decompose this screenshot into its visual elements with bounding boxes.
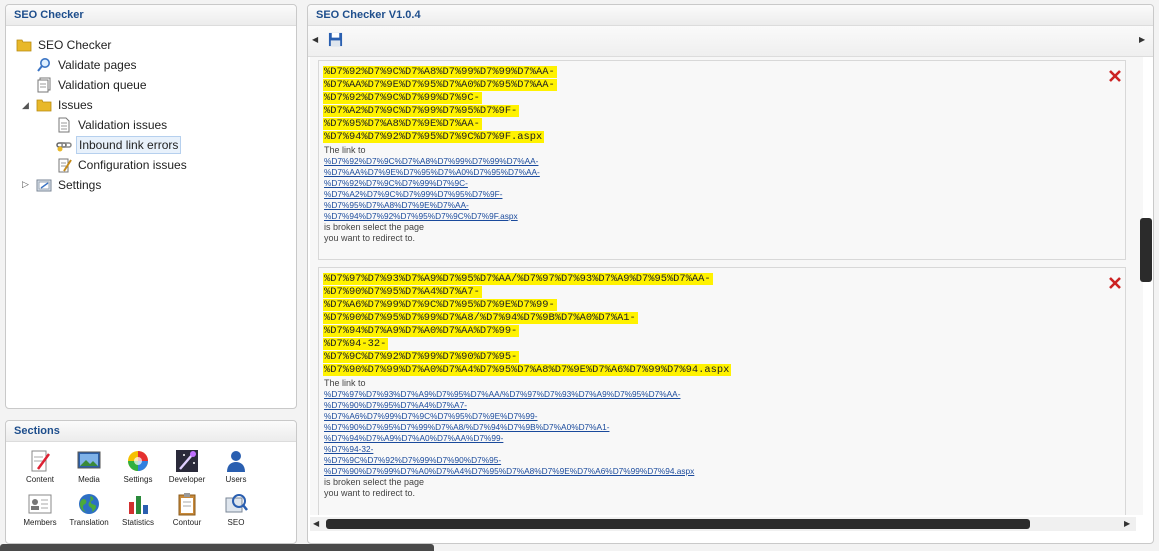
broken-url-block: %D7%92%D7%9C%D7%A8%D7%99%D7%99%D7%AA- %D…	[323, 66, 557, 144]
section-label: Content	[25, 475, 55, 484]
redirect-text: you want to redirect to.	[324, 233, 416, 243]
scroll-right-arrow-icon[interactable]: ▶	[1124, 519, 1130, 528]
tree-panel-title: SEO Checker	[6, 5, 296, 26]
expand-arrow-icon[interactable]: ▷	[22, 180, 30, 189]
section-developer[interactable]: Developer	[163, 449, 211, 484]
link-error-icon	[56, 142, 72, 152]
search-icon	[37, 58, 50, 72]
scroll-right-icon[interactable]: ▶	[1139, 35, 1145, 44]
tree-node-label: Issues	[58, 98, 93, 112]
broken-url-line: %D7%90%D7%95%D7%99%D7%A8/%D7%94%D7%9B%D7…	[323, 312, 638, 324]
section-seo[interactable]: SEO	[212, 492, 260, 527]
main-panel: SEO Checker V1.0.4 ◀ ▶ %D7%92%D7%9C%D7%A…	[307, 4, 1154, 544]
section-content[interactable]: Content	[16, 449, 64, 484]
save-icon[interactable]	[328, 32, 343, 47]
issue-entry: %D7%92%D7%9C%D7%A8%D7%99%D7%99%D7%AA- %D…	[318, 60, 1126, 260]
section-label: Statistics	[121, 518, 154, 527]
broken-url-line: %D7%A6%D7%99%D7%9C%D7%95%D7%9E%D7%99-	[323, 299, 557, 311]
broken-url-block: %D7%97%D7%93%D7%A9%D7%95%D7%AA/%D7%97%D7…	[323, 273, 732, 377]
section-statistics[interactable]: Statistics	[114, 492, 162, 527]
close-icon[interactable]	[1107, 68, 1123, 84]
clipboard-icon	[178, 493, 196, 516]
section-settings[interactable]: Settings	[114, 449, 162, 484]
vertical-scrollbar-thumb[interactable]	[1140, 218, 1152, 282]
link-label: The link to	[324, 145, 366, 155]
broken-url-line: %D7%94%D7%92%D7%95%D7%9C%D7%9F.aspx	[323, 131, 545, 143]
broken-link[interactable]: %D7%97%D7%93%D7%A9%D7%95%D7%AA/%D7%97%D7…	[324, 389, 694, 477]
broken-url-line: %D7%AA%D7%9E%D7%95%D7%A0%D7%95%D7%AA-	[323, 79, 557, 91]
section-label: Users	[225, 475, 247, 484]
section-contour[interactable]: Contour	[163, 492, 211, 527]
issues-list: %D7%92%D7%9C%D7%A8%D7%99%D7%99%D7%AA- %D…	[310, 57, 1143, 515]
section-label: Settings	[123, 475, 153, 484]
document-icon	[58, 117, 70, 133]
link-info: The link to %D7%92%D7%9C%D7%A8%D7%99%D7%…	[324, 145, 540, 244]
horizontal-scrollbar-thumb[interactable]	[326, 519, 1030, 529]
globe-icon	[79, 494, 99, 514]
section-users[interactable]: Users	[212, 449, 260, 484]
color-wheel-icon	[128, 451, 148, 471]
link-info: The link to %D7%97%D7%93%D7%A9%D7%95%D7%…	[324, 378, 694, 499]
tree-node-label: Validation queue	[58, 78, 147, 92]
tree-node-label: SEO Checker	[38, 38, 112, 52]
scroll-left-arrow-icon[interactable]: ◀	[313, 519, 319, 528]
section-translation[interactable]: Translation	[65, 492, 113, 527]
sections-panel: Sections Content Media Settings Develope…	[5, 420, 297, 544]
broken-url-line: %D7%92%D7%9C%D7%A8%D7%99%D7%99%D7%AA-	[323, 66, 557, 78]
main-panel-title: SEO Checker V1.0.4	[308, 5, 1153, 26]
close-icon[interactable]	[1107, 275, 1123, 291]
folder-icon	[16, 39, 32, 52]
broken-url-line: %D7%94-32-	[323, 338, 389, 350]
tree-node-label: Inbound link errors	[76, 136, 182, 154]
broken-url-line: %D7%90%D7%99%D7%A0%D7%A4%D7%95%D7%A8%D7%…	[323, 364, 732, 376]
sections-panel-title: Sections	[6, 421, 296, 442]
members-icon	[28, 494, 52, 514]
bar-chart-icon	[129, 496, 148, 514]
broken-url-line: %D7%A2%D7%9C%D7%99%D7%95%D7%9F-	[323, 105, 520, 117]
magic-wand-icon	[176, 450, 198, 472]
section-label: Translation	[69, 518, 109, 527]
tree-node-label: Settings	[58, 178, 102, 192]
broken-text: is broken select the page	[324, 222, 425, 232]
folder-icon	[36, 99, 52, 112]
broken-url-line: %D7%9C%D7%92%D7%99%D7%90%D7%95-	[323, 351, 520, 363]
broken-url-line: %D7%94%D7%A9%D7%A0%D7%AA%D7%99-	[323, 325, 520, 337]
broken-url-line: %D7%97%D7%93%D7%A9%D7%95%D7%AA/%D7%97%D7…	[323, 273, 713, 285]
section-members[interactable]: Members	[16, 492, 64, 527]
settings-icon	[36, 179, 52, 192]
scroll-left-icon[interactable]: ◀	[312, 35, 318, 44]
redirect-text: you want to redirect to.	[324, 488, 416, 498]
tree-node-label: Validate pages	[58, 58, 137, 72]
broken-url-line: %D7%92%D7%9C%D7%99%D7%9C-	[323, 92, 482, 104]
user-icon	[227, 451, 245, 472]
status-bar	[0, 544, 434, 551]
section-media[interactable]: Media	[65, 449, 113, 484]
broken-text: is broken select the page	[324, 477, 425, 487]
collapse-arrow-icon[interactable]: ◢	[22, 101, 30, 110]
tree-panel: SEO Checker SEO Checker Validate pages V…	[5, 4, 297, 409]
broken-url-line: %D7%95%D7%A8%D7%9E%D7%AA-	[323, 118, 482, 130]
section-label: Contour	[172, 518, 202, 527]
tree-node-label: Configuration issues	[78, 158, 187, 172]
broken-link[interactable]: %D7%92%D7%9C%D7%A8%D7%99%D7%99%D7%AA- %D…	[324, 156, 540, 222]
content-icon	[31, 450, 51, 472]
toolbar: ◀ ▶	[308, 26, 1153, 57]
queue-icon	[37, 77, 51, 93]
horizontal-scrollbar[interactable]: ◀ ▶	[310, 517, 1136, 531]
section-label: SEO	[227, 518, 245, 527]
config-icon	[58, 158, 72, 173]
section-label: Members	[23, 518, 57, 527]
broken-url-line: %D7%90%D7%95%D7%A4%D7%A7-	[323, 286, 482, 298]
section-label: Media	[78, 475, 100, 484]
tree-node-label: Validation issues	[78, 118, 168, 132]
issue-entry: %D7%97%D7%93%D7%A9%D7%95%D7%AA/%D7%97%D7…	[318, 267, 1126, 515]
seo-icon	[225, 494, 248, 513]
section-label: Developer	[168, 475, 206, 484]
link-label: The link to	[324, 378, 366, 388]
media-icon	[77, 451, 101, 469]
